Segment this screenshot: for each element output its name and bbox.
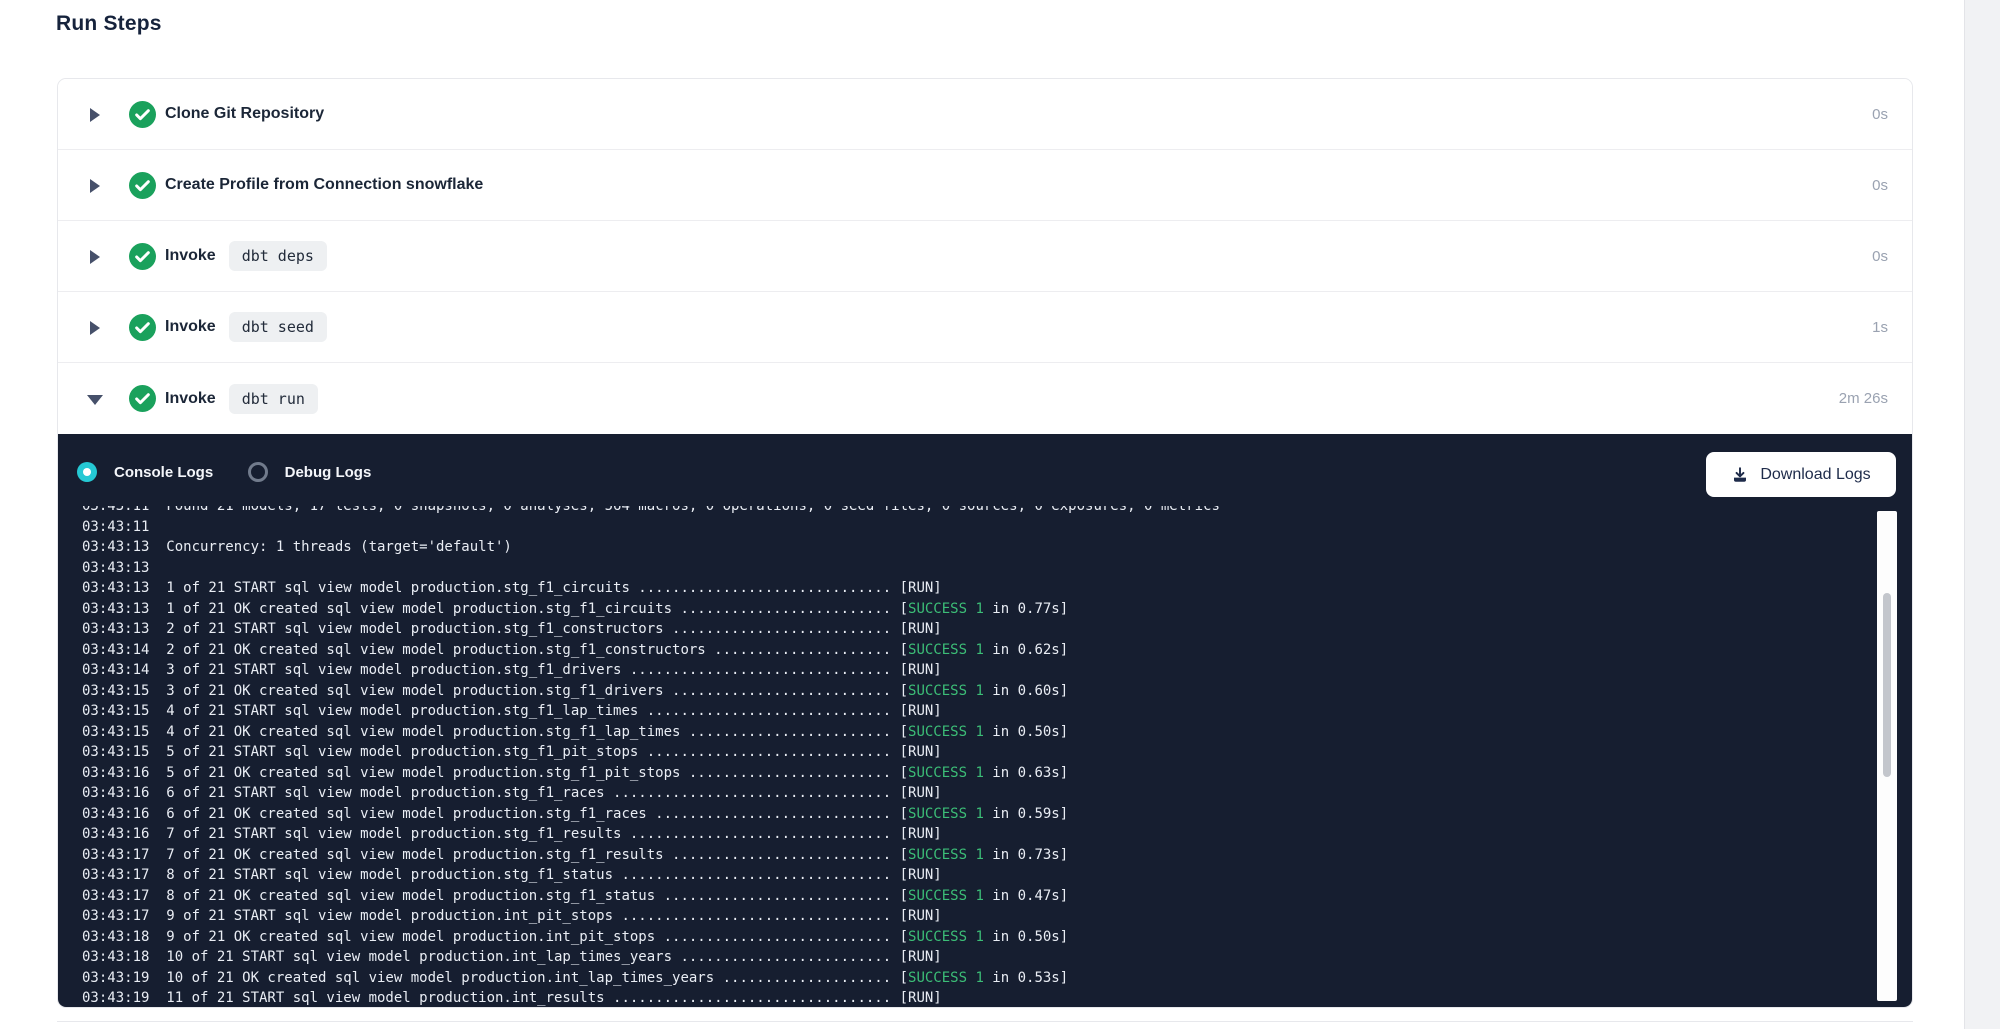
success-check-icon	[129, 172, 156, 199]
step-command-chip: dbt deps	[229, 241, 327, 271]
log-tab-label: Console Logs	[114, 464, 213, 481]
log-line: 03:43:17 8 of 21 START sql view model pr…	[82, 865, 1912, 886]
step-title: Create Profile from Connection snowflake	[165, 176, 483, 194]
step-row[interactable]: Invoke dbt seed 1s	[58, 292, 1912, 363]
console-log-viewport[interactable]: 03:43:11 Found 21 models, 17 tests, 0 sn…	[58, 506, 1912, 1008]
console-log-output: 03:43:11 Found 21 models, 17 tests, 0 sn…	[58, 506, 1912, 1008]
page: Run Steps Clone Git Repository 0s Create…	[0, 0, 2000, 1029]
run-steps-list: Clone Git Repository 0s Create Profile f…	[58, 79, 1912, 434]
log-line: 03:43:19 11 of 21 START sql view model p…	[82, 988, 1912, 1008]
step-title: Invoke	[165, 247, 216, 265]
log-toolbar: Console Logs Debug Logs Download Logs	[58, 452, 1912, 497]
success-check-icon	[129, 314, 156, 341]
caret-icon[interactable]	[89, 178, 101, 192]
log-line: 03:43:11	[82, 517, 1912, 538]
step-duration: 2m 26s	[1839, 390, 1888, 407]
log-line: 03:43:16 6 of 21 START sql view model pr…	[82, 783, 1912, 804]
step-command-chip: dbt seed	[229, 312, 327, 342]
step-duration: 0s	[1872, 106, 1888, 123]
caret-icon[interactable]	[89, 249, 101, 263]
download-logs-button[interactable]: Download Logs	[1706, 452, 1896, 497]
step-row[interactable]: Clone Git Repository 0s	[58, 79, 1912, 150]
log-line: 03:43:11 Found 21 models, 17 tests, 0 sn…	[82, 506, 1912, 517]
log-line: 03:43:13	[82, 558, 1912, 579]
log-line: 03:43:17 9 of 21 START sql view model pr…	[82, 906, 1912, 927]
log-scrollbar-thumb[interactable]	[1883, 593, 1891, 777]
step-command-chip: dbt run	[229, 384, 318, 414]
log-line: 03:43:13 1 of 21 START sql view model pr…	[82, 578, 1912, 599]
log-line: 03:43:13 1 of 21 OK created sql view mod…	[82, 599, 1912, 620]
caret-icon[interactable]	[89, 107, 101, 121]
log-line: 03:43:18 10 of 21 START sql view model p…	[82, 947, 1912, 968]
right-gutter	[1964, 0, 2000, 1029]
step-duration: 0s	[1872, 248, 1888, 265]
step-row[interactable]: Create Profile from Connection snowflake…	[58, 150, 1912, 221]
radio-icon	[248, 462, 268, 482]
log-tabs: Console Logs Debug Logs	[77, 462, 401, 487]
run-steps-card: Clone Git Repository 0s Create Profile f…	[57, 78, 1913, 1008]
success-check-icon	[129, 243, 156, 270]
next-section-edge	[57, 1021, 1913, 1022]
log-tab-label: Debug Logs	[285, 464, 372, 481]
step-duration: 0s	[1872, 177, 1888, 194]
log-line: 03:43:17 7 of 21 OK created sql view mod…	[82, 845, 1912, 866]
log-line: 03:43:15 5 of 21 START sql view model pr…	[82, 742, 1912, 763]
log-line: 03:43:15 4 of 21 START sql view model pr…	[82, 701, 1912, 722]
download-logs-label: Download Logs	[1760, 466, 1870, 484]
success-check-icon	[129, 385, 156, 412]
log-line: 03:43:18 9 of 21 OK created sql view mod…	[82, 927, 1912, 948]
log-line: 03:43:17 8 of 21 OK created sql view mod…	[82, 886, 1912, 907]
log-line: 03:43:16 5 of 21 OK created sql view mod…	[82, 763, 1912, 784]
success-check-icon	[129, 101, 156, 128]
log-tab[interactable]: Debug Logs	[248, 462, 372, 482]
log-scrollbar[interactable]	[1877, 511, 1897, 1001]
log-line: 03:43:13 2 of 21 START sql view model pr…	[82, 619, 1912, 640]
step-title: Invoke	[165, 390, 216, 408]
log-line: 03:43:15 4 of 21 OK created sql view mod…	[82, 722, 1912, 743]
log-panel: Console Logs Debug Logs Download Logs	[58, 434, 1912, 1008]
log-line: 03:43:15 3 of 21 OK created sql view mod…	[82, 681, 1912, 702]
step-duration: 1s	[1872, 319, 1888, 336]
log-line: 03:43:14 3 of 21 START sql view model pr…	[82, 660, 1912, 681]
log-line: 03:43:13 Concurrency: 1 threads (target=…	[82, 537, 1912, 558]
log-line: 03:43:16 6 of 21 OK created sql view mod…	[82, 804, 1912, 825]
radio-icon	[77, 462, 97, 482]
step-row[interactable]: Invoke dbt run 2m 26s	[58, 363, 1912, 434]
download-icon	[1731, 466, 1749, 484]
step-row[interactable]: Invoke dbt deps 0s	[58, 221, 1912, 292]
log-line: 03:43:19 10 of 21 OK created sql view mo…	[82, 968, 1912, 989]
log-line: 03:43:16 7 of 21 START sql view model pr…	[82, 824, 1912, 845]
page-title: Run Steps	[56, 12, 162, 36]
step-title: Invoke	[165, 318, 216, 336]
step-title: Clone Git Repository	[165, 105, 324, 123]
log-line: 03:43:14 2 of 21 OK created sql view mod…	[82, 640, 1912, 661]
log-tab[interactable]: Console Logs	[77, 462, 213, 482]
caret-icon[interactable]	[89, 320, 101, 334]
caret-icon[interactable]	[89, 392, 101, 406]
